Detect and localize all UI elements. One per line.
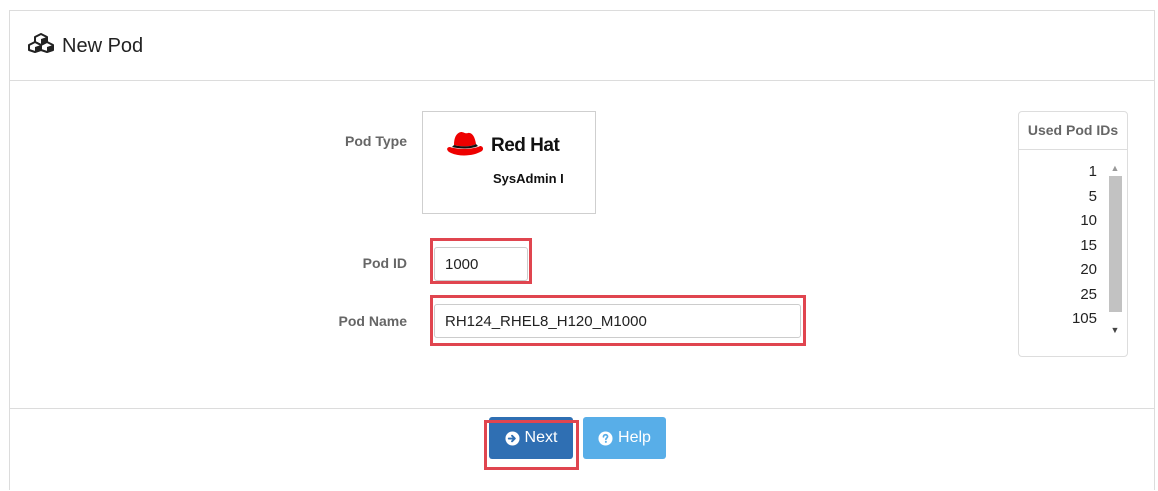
redhat-brand-text: Red Hat	[491, 134, 560, 156]
used-pod-id-item: 5	[1088, 187, 1097, 205]
pod-type-logo-card: Red Hat SysAdmin I	[422, 111, 596, 214]
pod-type-label: Pod Type	[345, 133, 407, 149]
scroll-up-arrow-icon[interactable]: ▲	[1107, 162, 1123, 174]
pod-name-label: Pod Name	[338, 313, 407, 329]
arrow-circle-right-icon	[505, 430, 520, 446]
used-pod-ids-list[interactable]: 1 5 10 15 20 25 105	[1019, 160, 1097, 332]
used-pod-id-item: 105	[1071, 310, 1097, 327]
used-pod-id-item: 1	[1088, 163, 1097, 180]
new-pod-panel: New Pod	[9, 10, 1155, 490]
next-button[interactable]: Next	[489, 417, 573, 459]
redhat-fedora-icon	[445, 130, 485, 161]
redhat-brand: Red Hat	[445, 130, 560, 161]
help-button-label: Help	[618, 429, 651, 446]
scroll-thumb[interactable]	[1109, 176, 1122, 312]
used-pod-id-item: 10	[1080, 212, 1097, 229]
pod-name-input[interactable]	[434, 304, 801, 338]
pod-type-course: SysAdmin I	[493, 171, 564, 186]
question-circle-icon	[598, 430, 613, 446]
used-pod-ids-scrollbar[interactable]: ▲ ▼	[1107, 162, 1123, 338]
panel-footer	[10, 408, 1154, 491]
panel-title: New Pod	[28, 33, 143, 59]
panel-title-text: New Pod	[62, 34, 144, 57]
used-pod-ids-header: Used Pod IDs	[1019, 112, 1127, 150]
used-pod-id-item: 20	[1080, 261, 1097, 278]
next-button-label: Next	[524, 429, 558, 446]
help-button[interactable]: Help	[583, 417, 666, 459]
pod-id-label: Pod ID	[362, 255, 407, 271]
scroll-down-arrow-icon[interactable]: ▼	[1107, 324, 1123, 336]
pod-id-input[interactable]	[434, 247, 528, 281]
used-pod-ids-panel: Used Pod IDs 1 5 10 15 20 25 105 ▲ ▼	[1018, 111, 1128, 357]
used-pod-id-item: 25	[1080, 285, 1097, 303]
cubes-icon	[28, 33, 62, 59]
used-pod-id-item: 15	[1080, 236, 1097, 254]
panel-header: New Pod	[10, 11, 1154, 81]
